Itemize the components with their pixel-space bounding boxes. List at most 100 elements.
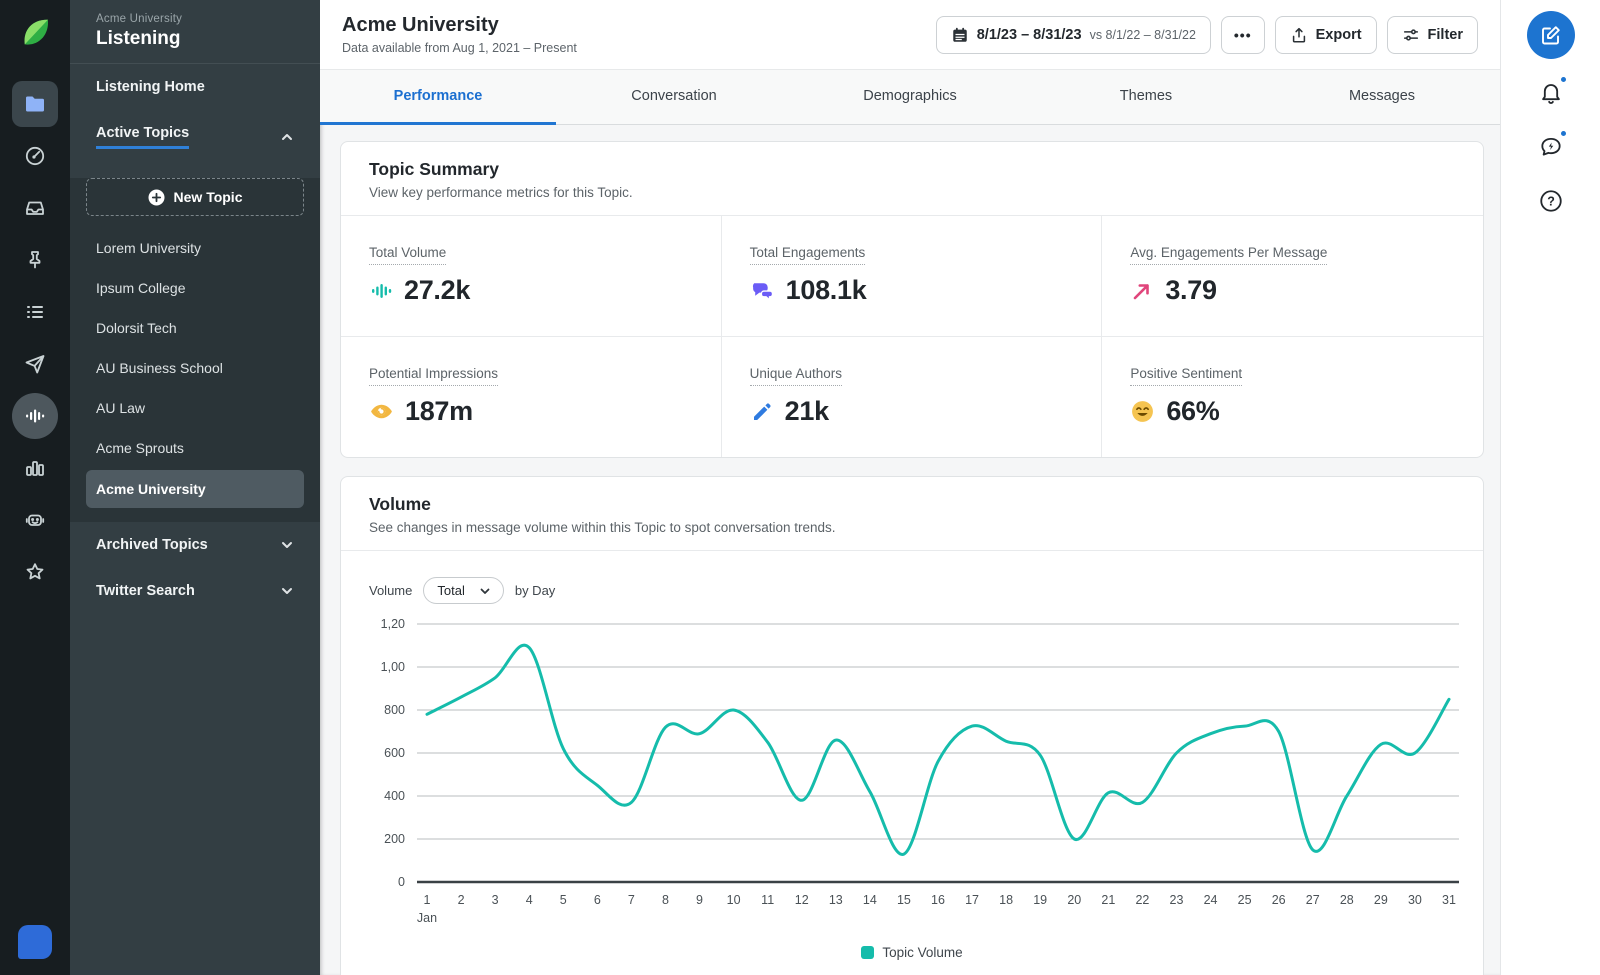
folder-icon[interactable] <box>12 81 58 127</box>
robot-icon[interactable] <box>12 497 58 543</box>
metric-label[interactable]: Total Engagements <box>749 245 866 265</box>
paper-plane-icon[interactable] <box>12 341 58 387</box>
volume-metric-select[interactable]: Total <box>423 577 504 604</box>
topic-summary-title: Topic Summary <box>369 159 499 179</box>
topic-item[interactable]: Ipsum College <box>70 268 320 308</box>
svg-text:29: 29 <box>1374 893 1388 907</box>
help-icon: ? <box>1539 190 1562 212</box>
svg-text:11: 11 <box>761 893 774 907</box>
svg-text:400: 400 <box>384 789 405 803</box>
legend-swatch <box>861 946 875 959</box>
star-icon[interactable] <box>12 549 58 595</box>
org-name: Acme University <box>96 13 183 25</box>
help-button[interactable]: ? <box>1531 181 1571 221</box>
sidebar-item-active-topics[interactable]: Active Topics <box>70 110 320 164</box>
sprout-leaf-logo[interactable] <box>16 14 54 52</box>
avatar[interactable] <box>18 925 52 959</box>
svg-text:?: ? <box>1547 195 1555 209</box>
metric-positive-sentiment: Positive Sentiment 66% <box>1102 337 1483 457</box>
page-header: Acme University Data available from Aug … <box>320 0 1500 70</box>
twitter-search-label: Twitter Search <box>96 583 195 599</box>
tab-demographics[interactable]: Demographics <box>792 70 1028 125</box>
more-options-button[interactable]: ••• <box>1220 15 1265 54</box>
filter-label: Filter <box>1427 26 1463 43</box>
svg-text:26: 26 <box>1272 893 1286 907</box>
new-topic-button[interactable]: New Topic <box>86 178 304 216</box>
date-range-button[interactable]: 8/1/23 – 8/31/23 vs 8/1/22 – 8/31/22 <box>935 15 1211 54</box>
metric-label[interactable]: Avg. Engagements Per Message <box>1130 245 1328 265</box>
svg-text:30: 30 <box>1408 893 1422 907</box>
date-range-value: 8/1/23 – 8/31/23 <box>976 26 1082 43</box>
bell-icon <box>1541 84 1560 104</box>
metric-value: 66% <box>1166 396 1220 426</box>
tab-performance[interactable]: Performance <box>320 70 556 125</box>
compass-icon[interactable] <box>12 133 58 179</box>
svg-text:10: 10 <box>727 893 741 907</box>
sidebar-item-twitter-search[interactable]: Twitter Search <box>70 568 320 614</box>
right-utility-rail: ? <box>1500 0 1600 975</box>
svg-text:6: 6 <box>594 893 601 907</box>
export-button[interactable]: Export <box>1274 15 1377 54</box>
filter-button[interactable]: Filter <box>1386 15 1478 54</box>
svg-text:800: 800 <box>384 703 405 717</box>
sidebar-header: Acme University Listening <box>70 0 320 64</box>
svg-text:3: 3 <box>492 893 499 907</box>
metric-value: 3.79 <box>1165 275 1217 305</box>
svg-text:28: 28 <box>1340 893 1354 907</box>
volume-select-value: Total <box>437 583 465 598</box>
listening-waveform-icon[interactable] <box>12 393 58 439</box>
volume-by-day-label: by Day <box>514 583 556 598</box>
svg-text:200: 200 <box>384 832 405 846</box>
eye-icon <box>371 404 392 419</box>
left-icon-rail <box>0 0 70 975</box>
calendar-icon <box>952 27 967 42</box>
volume-card: Volume See changes in message volume wit… <box>340 476 1484 975</box>
metric-label[interactable]: Positive Sentiment <box>1130 366 1243 386</box>
volume-line-chart: 02004006008001,001,201 2 3 4 5 6 7 8 9 10 11 12 13 14… <box>381 617 1459 925</box>
svg-text:23: 23 <box>1170 893 1184 907</box>
sidebar-item-archived-topics[interactable]: Archived Topics <box>70 522 320 568</box>
feedback-bubble[interactable] <box>1531 127 1571 167</box>
filter-sliders-icon <box>1403 28 1418 41</box>
topic-item[interactable]: Dolorsit Tech <box>70 308 320 348</box>
svg-text:1: 1 <box>424 893 431 907</box>
topic-item[interactable]: Acme Sprouts <box>70 428 320 468</box>
topic-item[interactable]: AU Business School <box>70 348 320 388</box>
topic-item[interactable]: AU Law <box>70 388 320 428</box>
metric-label[interactable]: Potential Impressions <box>369 366 499 386</box>
chart-legend: Topic Volume <box>341 945 1483 960</box>
active-topics-list: New Topic Lorem University Ipsum College… <box>70 178 320 522</box>
svg-text:9: 9 <box>696 893 703 907</box>
notifications-bell[interactable] <box>1531 73 1571 113</box>
bar-chart-icon[interactable] <box>12 445 58 491</box>
svg-text:17: 17 <box>965 893 979 907</box>
pencil-icon <box>753 403 771 420</box>
compose-button[interactable] <box>1526 11 1575 59</box>
svg-text:15: 15 <box>897 893 911 907</box>
svg-text:20: 20 <box>1067 893 1081 907</box>
tab-messages[interactable]: Messages <box>1264 70 1500 125</box>
metric-total-volume: Total Volume 27.2k <box>341 216 722 337</box>
topic-item-selected[interactable]: Acme University <box>86 470 304 508</box>
notification-dot <box>1558 129 1568 138</box>
svg-text:31: 31 <box>1442 893 1456 907</box>
topic-summary-card: Topic Summary View key performance metri… <box>340 141 1484 458</box>
svg-text:5: 5 <box>560 893 567 907</box>
topic-item[interactable]: Lorem University <box>70 228 320 268</box>
tab-themes[interactable]: Themes <box>1028 70 1264 125</box>
tasks-icon[interactable] <box>12 289 58 335</box>
pin-icon[interactable] <box>12 237 58 283</box>
svg-text:19: 19 <box>1033 893 1047 907</box>
sidebar-item-listening-home[interactable]: Listening Home <box>70 64 320 110</box>
plus-circle-icon <box>148 189 165 205</box>
compose-pencil-icon <box>1541 26 1560 45</box>
waveform-icon <box>372 283 392 298</box>
metric-label[interactable]: Total Volume <box>369 245 447 265</box>
metric-label[interactable]: Unique Authors <box>749 366 842 386</box>
svg-text:12: 12 <box>795 893 809 907</box>
notification-dot <box>1558 75 1568 84</box>
inbox-icon[interactable] <box>12 185 58 231</box>
svg-text:4: 4 <box>526 893 533 907</box>
svg-text:21: 21 <box>1101 893 1115 907</box>
tab-conversation[interactable]: Conversation <box>556 70 792 125</box>
